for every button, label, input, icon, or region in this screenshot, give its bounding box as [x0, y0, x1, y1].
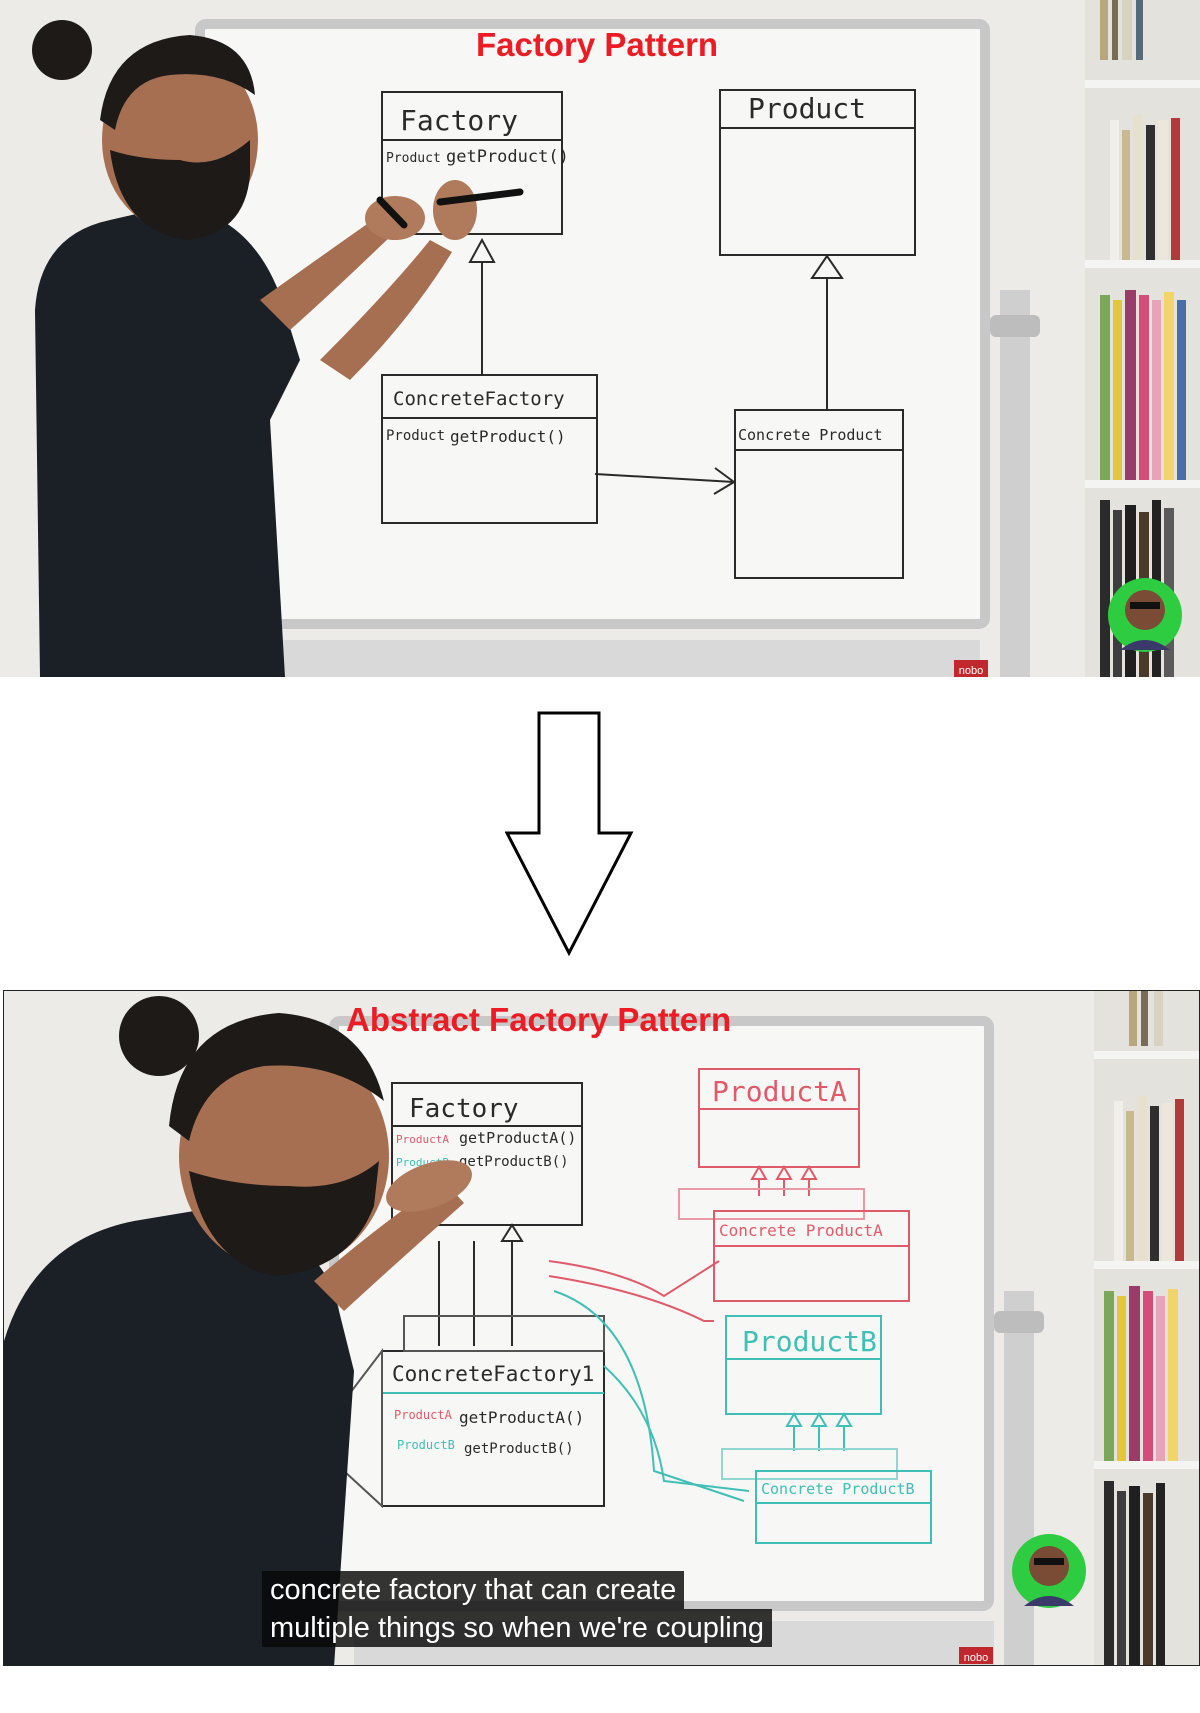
subtitle-line-2: multiple things so when we're coupling	[262, 1609, 772, 1647]
concrete-factory-method: getProduct()	[450, 427, 566, 446]
cf-method-a-type: ProductA	[394, 1408, 453, 1422]
factory-pattern-title: Factory Pattern	[476, 26, 719, 63]
factory-method-b: getProductB()	[459, 1154, 569, 1170]
stand-brand-label: nobo	[959, 665, 983, 677]
concrete-factory-class-title: ConcreteFactory1	[392, 1362, 594, 1386]
product-b-class-title: ProductB	[742, 1325, 877, 1358]
factory-pattern-frame: nobo Factory Product getProduct() Produc…	[0, 0, 1200, 677]
whiteboard	[195, 19, 990, 629]
concrete-factory-class-title: ConcreteFactory	[393, 388, 565, 410]
factory-class-title: Factory	[400, 104, 518, 137]
cf-method-b-type: ProductB	[397, 1438, 455, 1452]
factory-method: getProduct()	[446, 147, 569, 167]
cf-method-b: getProductB()	[464, 1441, 574, 1457]
bookshelf	[1094, 991, 1199, 1665]
down-arrow-icon	[505, 711, 634, 957]
hair-bun	[32, 20, 92, 80]
cf-method-a: getProductA()	[459, 1408, 584, 1427]
abstract-factory-scene: nobo Factory ProductA getProductA() Prod…	[4, 991, 1199, 1665]
abstract-factory-pattern-title: Abstract Factory Pattern	[346, 1001, 732, 1038]
channel-avatar	[1012, 1534, 1086, 1608]
factory-pattern-scene: nobo Factory Product getProduct() Produc…	[0, 0, 1200, 677]
stand-pole	[1000, 290, 1030, 677]
channel-avatar	[1108, 578, 1182, 652]
product-class-title: Product	[748, 92, 866, 125]
factory-method-type: Product	[386, 151, 441, 166]
stand-brand-label: nobo	[964, 1652, 988, 1664]
stand-pole	[1004, 1291, 1034, 1665]
factory-method-a-type: ProductA	[396, 1133, 449, 1146]
transition-arrow	[505, 711, 634, 957]
product-a-class-title: ProductA	[712, 1075, 847, 1108]
concrete-product-a-class-title: Concrete ProductA	[719, 1221, 883, 1240]
subtitle-line-1: concrete factory that can create	[262, 1571, 685, 1609]
concrete-product-class-title: Concrete Product	[738, 426, 883, 444]
concrete-product-b-class-title: Concrete ProductB	[761, 1480, 915, 1498]
hair-bun	[119, 996, 199, 1076]
abstract-factory-pattern-frame: nobo Factory ProductA getProductA() Prod…	[3, 990, 1200, 1666]
factory-class-title: Factory	[409, 1094, 519, 1124]
concrete-factory-method-type: Product	[386, 428, 445, 444]
bookshelf	[1085, 0, 1200, 677]
factory-method-a: getProductA()	[459, 1129, 576, 1147]
